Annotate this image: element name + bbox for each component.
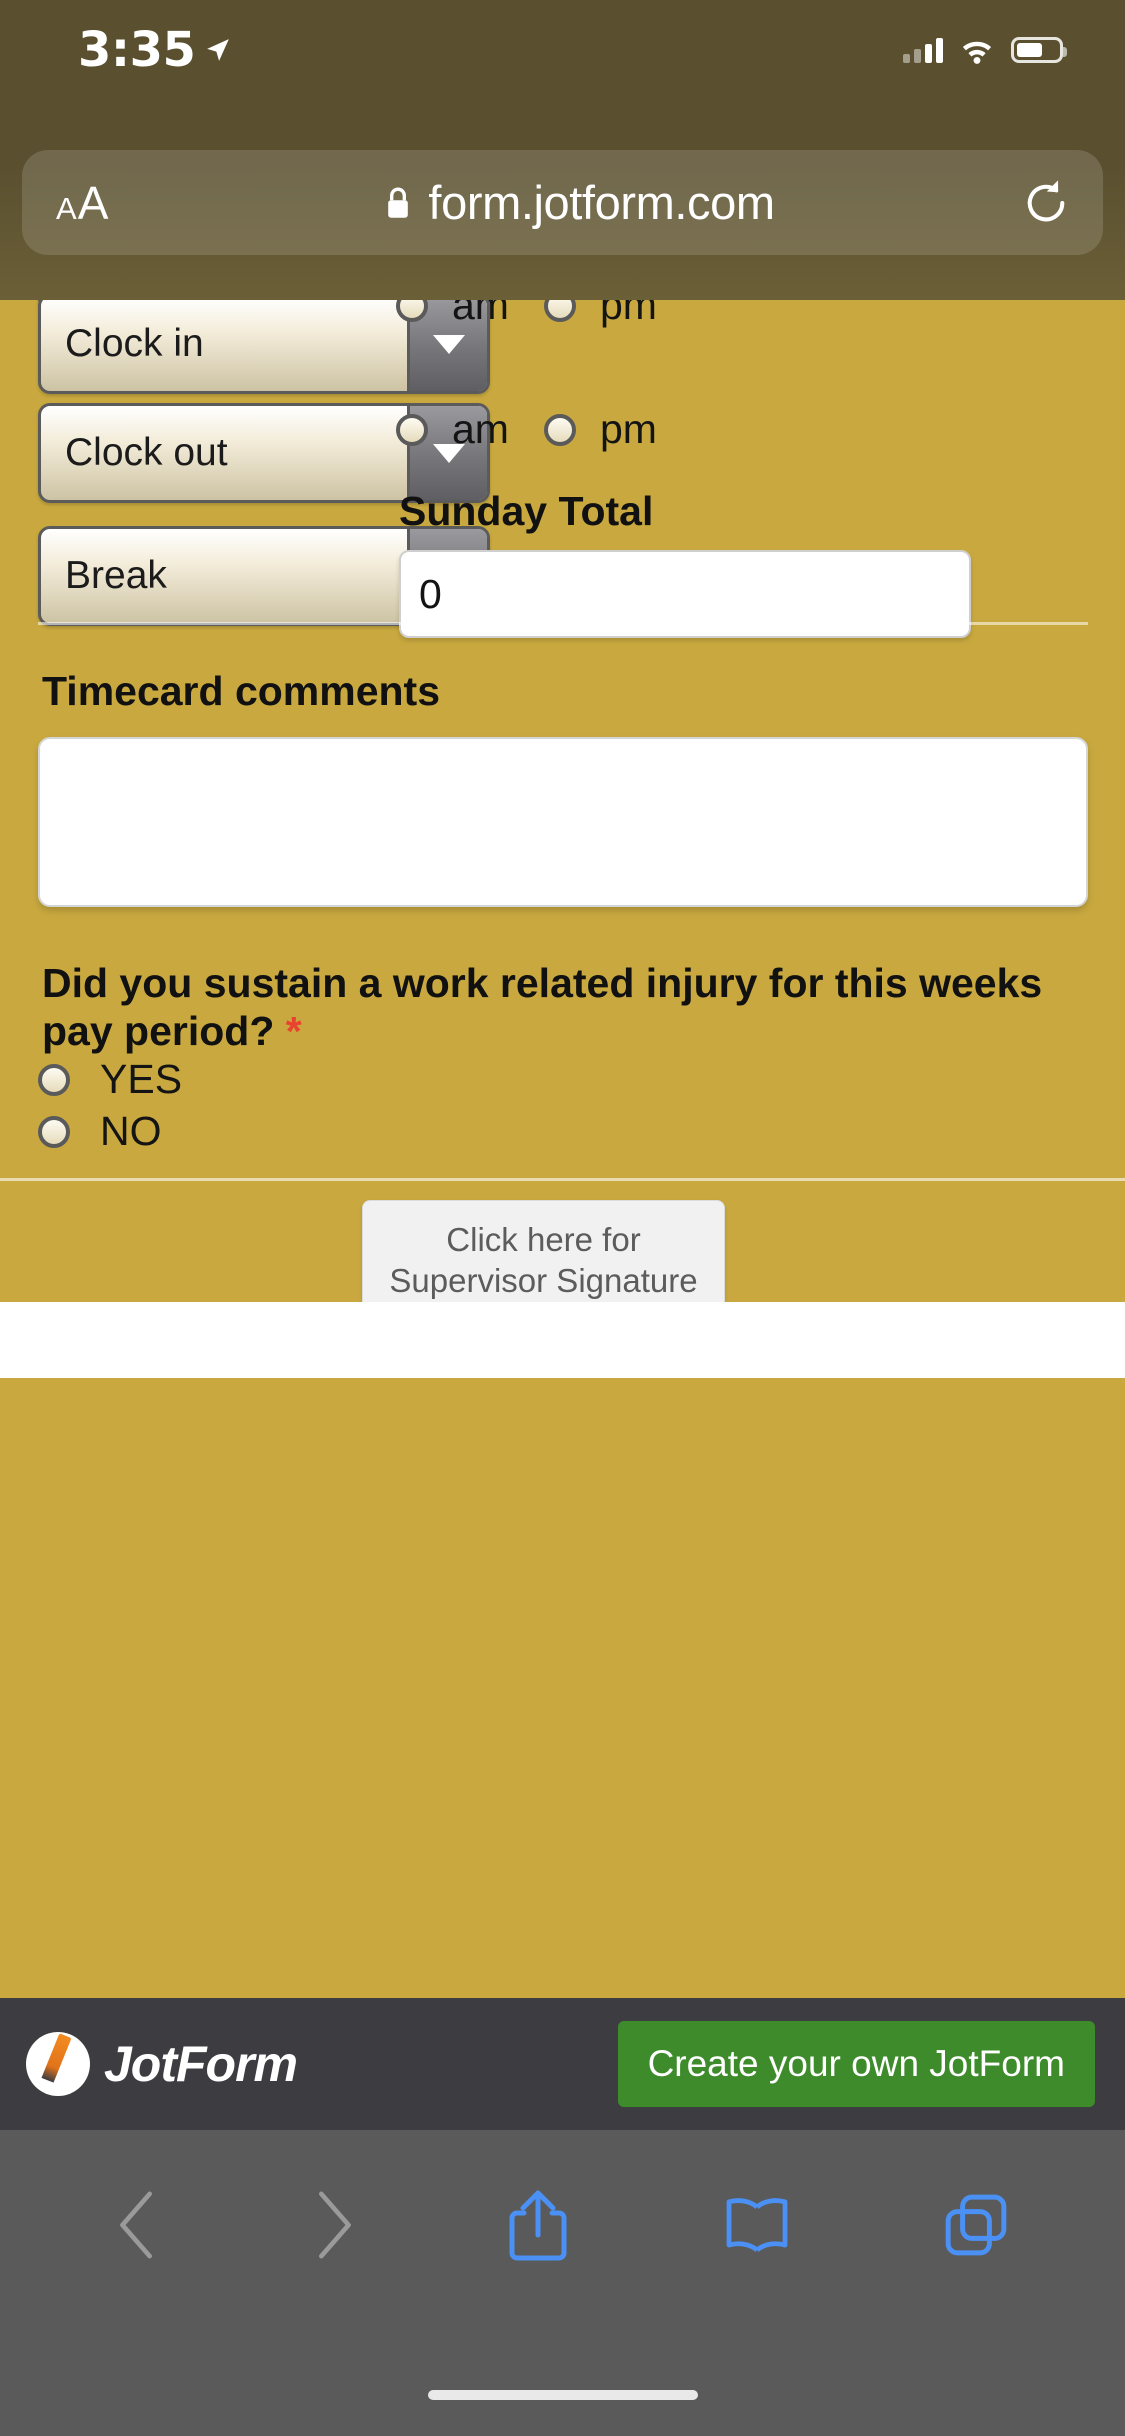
- radio-clock-in-pm[interactable]: pm: [544, 300, 657, 329]
- url-text: form.jotform.com: [428, 176, 775, 229]
- radio-clock-out-am-label: am: [452, 406, 509, 452]
- comments-label: Timecard comments: [42, 668, 441, 714]
- radio-injury-yes[interactable]: YES: [38, 1056, 182, 1103]
- text-size-aa-icon[interactable]: A A: [56, 176, 176, 230]
- jotform-footer-bar: JotForm Create your own JotForm: [0, 1998, 1125, 2130]
- home-indicator[interactable]: [427, 2390, 698, 2400]
- url-bar[interactable]: A A form.jotform.com: [22, 150, 1103, 255]
- share-button[interactable]: [506, 2187, 570, 2263]
- bookmarks-button[interactable]: [722, 2195, 792, 2255]
- share-up-arrow-icon: [509, 2190, 567, 2261]
- day-total-value: 0: [419, 570, 442, 617]
- radio-button-icon[interactable]: [544, 300, 576, 322]
- radio-injury-yes-label: YES: [100, 1056, 183, 1102]
- radio-clock-in-am-label: am: [452, 300, 509, 328]
- radio-clock-in-pm-label: pm: [600, 300, 657, 328]
- radio-clock-out-pm[interactable]: pm: [544, 406, 657, 453]
- status-bar-time-group: 3:35: [78, 22, 231, 78]
- back-button[interactable]: [116, 2190, 160, 2260]
- radio-button-icon[interactable]: [38, 1115, 70, 1148]
- chevron-left-icon: [119, 2191, 152, 2259]
- wifi-icon: [962, 41, 992, 64]
- radio-clock-out-am[interactable]: am: [396, 406, 544, 453]
- select-clock-out-value: Clock out: [65, 431, 228, 474]
- create-jotform-button[interactable]: Create your own JotForm: [617, 2021, 1095, 2107]
- select-break-value: Break: [65, 554, 167, 597]
- url-display[interactable]: form.jotform.com: [176, 175, 983, 230]
- radio-injury-no-label: NO: [100, 1108, 162, 1154]
- ampm-row-clock-in: am pm: [396, 300, 657, 329]
- web-page-content: Sunday Clock in am pm Clock out am pm Br…: [0, 300, 1125, 1998]
- status-bar: 3:35: [0, 0, 1125, 100]
- comments-value: [40, 739, 1086, 767]
- location-arrow-icon: [207, 39, 230, 61]
- injury-question-label: Did you sustain a work related injury fo…: [42, 960, 1062, 1055]
- reload-button[interactable]: [983, 177, 1069, 229]
- ampm-row-clock-out: am pm: [396, 406, 657, 453]
- radio-clock-out-pm-label: pm: [600, 406, 657, 452]
- two-squares-icon: [945, 2194, 1007, 2256]
- day-total-label: Sunday Total: [399, 488, 654, 534]
- status-bar-time: 3:35: [78, 22, 196, 78]
- cellular-bars-icon: [903, 37, 943, 63]
- comments-textarea[interactable]: [38, 737, 1088, 907]
- radio-clock-in-am[interactable]: am: [396, 300, 544, 329]
- select-clock-in-value: Clock in: [65, 322, 204, 365]
- radio-button-icon[interactable]: [396, 300, 428, 322]
- injury-question-text: Did you sustain a work related injury fo…: [42, 960, 1043, 1054]
- open-book-icon: [726, 2198, 788, 2252]
- browser-toolbar: [0, 2130, 1125, 2320]
- jotform-logo[interactable]: JotForm: [26, 2032, 298, 2096]
- chevron-right-icon: [319, 2191, 351, 2259]
- safari-top-chrome: 3:35 A A form.jotform.com: [0, 0, 1125, 300]
- radio-button-icon[interactable]: [38, 1063, 70, 1096]
- lock-icon: [388, 187, 409, 218]
- radio-injury-no[interactable]: NO: [38, 1108, 162, 1155]
- aa-small: A: [56, 190, 77, 226]
- jotform-pen-icon: [26, 2032, 90, 2096]
- aa-large: A: [77, 176, 109, 229]
- reload-icon: [1027, 179, 1065, 221]
- status-bar-indicators: [903, 37, 1067, 64]
- radio-button-icon[interactable]: [396, 413, 428, 446]
- section-divider: [38, 622, 1088, 625]
- forward-button[interactable]: [311, 2190, 355, 2260]
- required-asterisk: *: [285, 1007, 302, 1054]
- jotform-logo-text: JotForm: [104, 2036, 298, 2092]
- page-bottom-gap: [0, 1302, 1125, 1378]
- radio-button-icon[interactable]: [544, 413, 576, 446]
- safari-bottom-chrome: [0, 2130, 1125, 2436]
- battery-icon: [1011, 37, 1067, 63]
- tabs-button[interactable]: [943, 2192, 1009, 2258]
